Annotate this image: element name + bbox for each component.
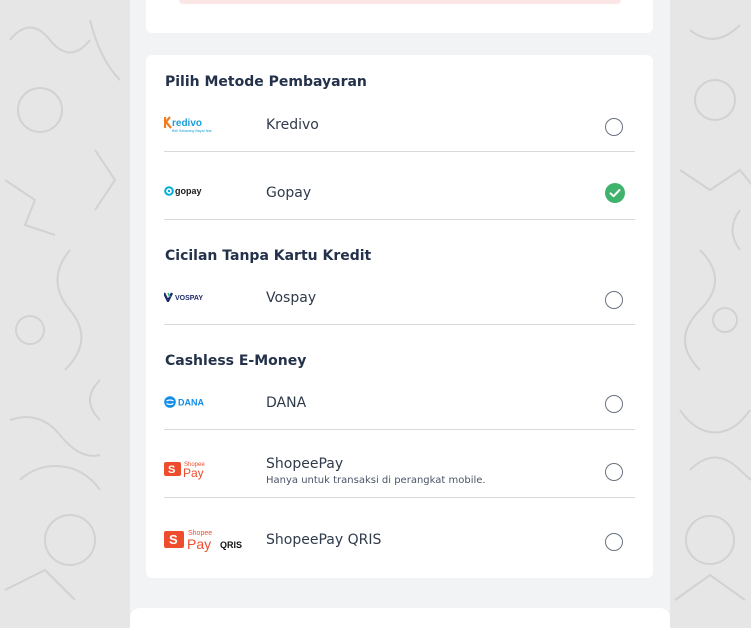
method-note-shopeepay: Hanya untuk transaksi di perangkat mobil…: [266, 475, 486, 486]
radio-vospay[interactable]: [605, 291, 623, 309]
bottom-card: [130, 608, 670, 628]
qris-logo-text: QRIS: [220, 540, 242, 550]
payment-option-shopeepay-qris[interactable]: S Shopee Pay QRIS ShopeePay QRIS: [164, 498, 635, 566]
radio-dana[interactable]: [605, 395, 623, 413]
gopay-logo-text: gopay: [175, 186, 202, 196]
method-name-vospay: Vospay: [266, 290, 317, 306]
dana-logo-text: DANA: [178, 398, 204, 408]
payment-method-card: Pilih Metode Pembayaran redivo Beli Seka…: [146, 55, 653, 578]
row-divider: [164, 324, 635, 325]
pay-qris-logo-text: Pay: [187, 536, 211, 552]
svg-text:S: S: [169, 532, 178, 547]
top-card-bar: [179, 0, 621, 4]
section-title-cashless: Cashless E-Money: [165, 353, 307, 369]
check-icon: [609, 189, 621, 198]
method-name-dana: DANA: [266, 395, 307, 411]
method-name-shopeepay: ShopeePay: [266, 456, 344, 472]
payment-option-vospay[interactable]: VOSPAY Vospay: [164, 280, 635, 325]
radio-shopeepay-qris[interactable]: [605, 533, 623, 551]
radio-kredivo[interactable]: [605, 118, 623, 136]
vospay-logo-text: VOSPAY: [175, 295, 203, 302]
method-name-gopay: Gopay: [266, 185, 312, 201]
shopeepay-qris-logo: S Shopee Pay QRIS: [164, 530, 242, 552]
payment-option-gopay[interactable]: gopay Gopay: [164, 152, 635, 220]
row-divider: [164, 219, 635, 220]
radio-shopeepay[interactable]: [605, 463, 623, 481]
payment-option-shopeepay[interactable]: S Shopee Pay ShopeePay Hanya untuk trans…: [164, 430, 635, 498]
method-name-shopeepay-qris: ShopeePay QRIS: [266, 532, 382, 548]
shopeepay-logo: S Shopee Pay: [164, 462, 205, 480]
vospay-logo: VOSPAY: [164, 292, 203, 302]
svg-text:Beli Sekarang Bayar Nanti: Beli Sekarang Bayar Nanti: [172, 129, 212, 133]
kredivo-logo: redivo Beli Sekarang Bayar Nanti: [164, 116, 212, 133]
payment-option-dana[interactable]: DANA DANA: [164, 385, 635, 430]
method-name-kredivo: Kredivo: [266, 117, 319, 133]
section-title-installment: Cicilan Tanpa Kartu Kredit: [165, 248, 372, 264]
radio-gopay-selected[interactable]: [605, 183, 625, 203]
section-title-payment-method: Pilih Metode Pembayaran: [165, 74, 367, 90]
svg-text:S: S: [168, 464, 175, 476]
svg-text:redivo: redivo: [172, 118, 202, 129]
gopay-logo: gopay: [164, 186, 202, 196]
top-card: [146, 0, 653, 33]
pay-logo-text: Pay: [183, 466, 204, 480]
dana-logo: DANA: [164, 396, 204, 408]
payment-option-kredivo[interactable]: redivo Beli Sekarang Bayar Nanti Kredivo: [164, 105, 635, 152]
